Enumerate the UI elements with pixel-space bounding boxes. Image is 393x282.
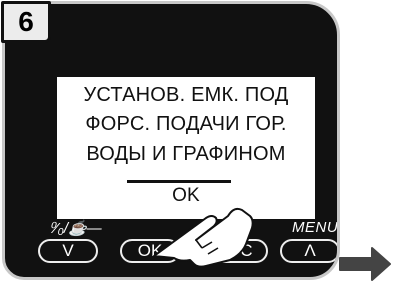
next-arrow-icon <box>339 247 391 281</box>
display-line-3: ВОДЫ И ГРАФИНОМ <box>86 143 286 165</box>
display-line-2: ФОРС. ПОДАЧИ ГОР. <box>85 113 287 135</box>
step-badge: 6 <box>1 1 51 43</box>
menu-label: MENU <box>292 219 339 236</box>
hand-pointer-icon <box>153 207 254 268</box>
ok-underline <box>127 180 231 183</box>
display-line-1: УСТАНОВ. ЕМК. ПОД <box>83 84 289 106</box>
drop-percent-icon: ⁰⁄₀/☕— <box>49 220 102 237</box>
down-button[interactable]: V <box>38 239 98 263</box>
step-number: 6 <box>18 6 34 37</box>
up-button[interactable]: Λ <box>280 239 337 263</box>
